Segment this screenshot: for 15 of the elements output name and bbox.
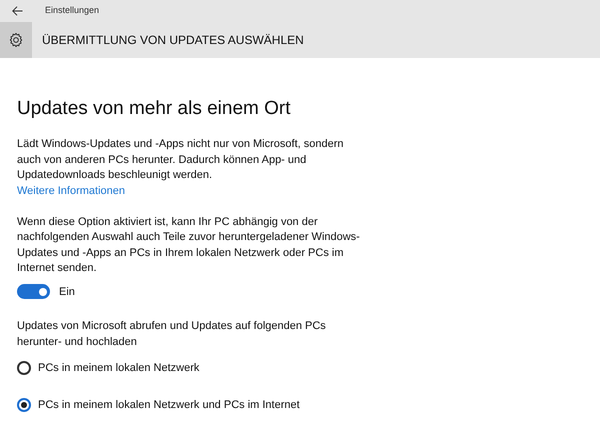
- section-heading: Updates von mehr als einem Ort: [17, 97, 292, 121]
- radio-button[interactable]: [17, 398, 31, 412]
- page-title: ÜBERMITTLUNG VON UPDATES AUSWÄHLEN: [42, 32, 304, 49]
- radio-group-prompt: Updates von Microsoft abrufen und Updates auf folgenden PCs herunter- und hochladen: [17, 319, 327, 350]
- settings-icon: [8, 32, 24, 48]
- back-icon[interactable]: [12, 6, 23, 16]
- radio-label: PCs in meinem lokalen Netzwerk und PCs im Internet: [38, 398, 300, 412]
- radio-label: PCs in meinem lokalen Netzwerk: [38, 361, 200, 376]
- description-paragraph: Lädt Windows-Updates und -Apps nicht nur von Microsoft, sondern auch von anderen PCs herunter. Dadurch können App- und Updatedownloads beschleunigt werden.: [17, 137, 344, 183]
- option-description: Wenn diese Option aktiviert ist, kann Ihr PC abhängig von der nachfolgenden Auswahl auch Teile zuvor heruntergeladener Windows-Updates und -Apps an PCs in Ihrem lokalen Netzwerk oder PCs im Internet senden.: [17, 214, 361, 276]
- more-info-link[interactable]: Weitere Informationen: [17, 184, 126, 198]
- radio-button[interactable]: [17, 361, 31, 376]
- toggle-label: Ein: [59, 284, 75, 300]
- toggle-switch[interactable]: [17, 284, 50, 300]
- window-title: Einstellungen: [45, 4, 100, 18]
